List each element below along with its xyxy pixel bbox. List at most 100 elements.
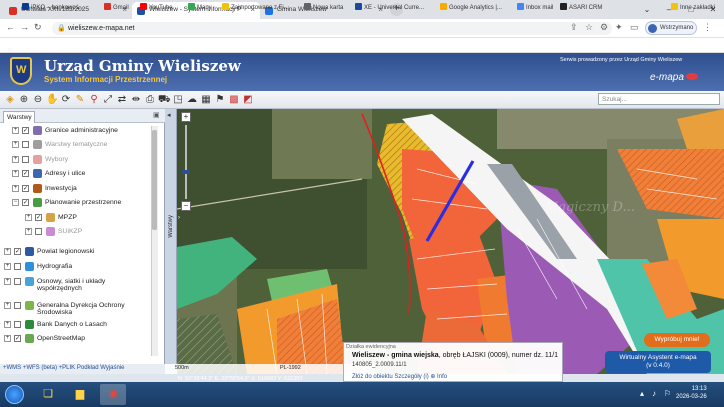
- reload-icon[interactable]: ↻: [34, 22, 42, 33]
- lock-icon[interactable]: 🔒: [57, 24, 66, 32]
- bookmark-youtube[interactable]: YouTube: [140, 3, 173, 11]
- zoom-in-icon[interactable]: ⊕: [18, 93, 30, 106]
- pencil-icon[interactable]: ✎: [74, 93, 86, 106]
- layers-icon[interactable]: ◈: [4, 93, 16, 106]
- zoom-knob[interactable]: [182, 170, 190, 174]
- info-links[interactable]: Złóż do obiektu Szczegóły (i) ⊕ Info: [352, 373, 447, 380]
- layer-checkbox[interactable]: ✓: [22, 127, 29, 134]
- scroll-thumb[interactable]: [152, 130, 157, 230]
- layer-checkbox[interactable]: ✓: [14, 248, 21, 255]
- zoom-out-button[interactable]: −: [181, 201, 191, 211]
- sidebar-label[interactable]: Warstwy: [168, 215, 174, 238]
- explorer-icon[interactable]: ❏: [35, 384, 61, 405]
- bookmark-asari[interactable]: ASARI CRM: [560, 3, 602, 11]
- virtual-assistant-button[interactable]: Wirtualny Asystent e-mapa (v 0.4.0): [605, 351, 711, 373]
- url-text[interactable]: wieliszew.e-mapa.net: [68, 25, 135, 32]
- expand-icon[interactable]: ›: [178, 215, 180, 221]
- share-icon[interactable]: ⇪: [570, 22, 578, 33]
- print-icon[interactable]: ⎙: [144, 93, 156, 106]
- layer-tools-icon[interactable]: ▦: [200, 93, 212, 106]
- ruler-icon[interactable]: ⇹: [130, 93, 142, 106]
- expand-toggle-icon[interactable]: +: [4, 302, 11, 309]
- sidepanel-icon[interactable]: ▭: [630, 22, 639, 33]
- bookmark-others[interactable]: Inne zakładki: [671, 3, 715, 11]
- collapse-toggle-icon[interactable]: −: [12, 199, 19, 206]
- layer-label: Warstwy tematyczne: [45, 141, 108, 148]
- layer-checkbox[interactable]: [14, 321, 21, 328]
- layer-checkbox[interactable]: ✓: [14, 335, 21, 342]
- chevron-down-icon[interactable]: ⌄: [636, 0, 658, 19]
- collapse-icon[interactable]: ◂: [167, 111, 171, 119]
- expand-toggle-icon[interactable]: +: [12, 127, 19, 134]
- zoom-track[interactable]: [185, 125, 187, 199]
- layer-checkbox[interactable]: [14, 302, 21, 309]
- expand-toggle-icon[interactable]: +: [4, 278, 11, 285]
- expand-toggle-icon[interactable]: +: [12, 156, 19, 163]
- map-canvas[interactable]: [177, 109, 724, 374]
- clock[interactable]: 13:13 2026-03-26: [676, 385, 707, 401]
- extension-icon[interactable]: ⚙: [600, 22, 608, 33]
- bookmark-analytics[interactable]: Google Analytics |...: [440, 3, 502, 11]
- layer-icon: [25, 334, 34, 343]
- bookmark-inbox[interactable]: Inbox mail: [517, 3, 553, 11]
- layer-checkbox[interactable]: [22, 141, 29, 148]
- layer-checkbox[interactable]: [35, 228, 42, 235]
- pan-hand-icon[interactable]: ✋: [46, 93, 58, 106]
- back-icon[interactable]: ←: [6, 22, 15, 32]
- layer-label: Bank Danych o Lasach: [37, 321, 107, 328]
- bookmark-xe[interactable]: XE - Universal Curre...: [355, 3, 424, 11]
- layer-checkbox[interactable]: ✓: [22, 170, 29, 177]
- expand-toggle-icon[interactable]: +: [12, 141, 19, 148]
- expand-toggle-icon[interactable]: +: [12, 170, 19, 177]
- puzzle-icon[interactable]: ✦: [615, 22, 623, 33]
- expand-toggle-icon[interactable]: +: [4, 321, 11, 328]
- expand-toggle-icon[interactable]: +: [4, 263, 11, 270]
- omnibox[interactable]: [52, 22, 612, 35]
- folder-icon[interactable]: ▆: [67, 384, 93, 405]
- camera-icon[interactable]: ◳: [172, 93, 184, 106]
- layer-checkbox[interactable]: [14, 263, 21, 270]
- bookmark-mapy[interactable]: Mapy: [188, 3, 212, 11]
- bookmark-new-tab[interactable]: Nowa karta: [304, 3, 343, 11]
- speaker-icon[interactable]: ♪: [652, 389, 656, 398]
- profile-button[interactable]: Wstrzymano: [645, 21, 697, 35]
- expand-toggle-icon[interactable]: +: [25, 214, 32, 221]
- measure-icon[interactable]: ⤢: [102, 93, 114, 106]
- expand-toggle-icon[interactable]: +: [4, 335, 11, 342]
- expand-toggle-icon[interactable]: +: [12, 185, 19, 192]
- panel-close-icon[interactable]: ▣: [153, 111, 160, 119]
- try-me-button[interactable]: Wypróbuj mnie!: [644, 333, 710, 347]
- expand-toggle-icon[interactable]: +: [25, 228, 32, 235]
- watermark: Magiczny D...: [545, 200, 635, 215]
- chrome-icon[interactable]: ◉: [100, 384, 126, 405]
- network-icon[interactable]: ▴: [640, 389, 644, 398]
- cloud-icon[interactable]: ☁: [186, 93, 198, 106]
- bookmark-imported[interactable]: Zaimportowane z Fi...: [222, 3, 289, 11]
- flag-tray-icon[interactable]: ⚐: [664, 389, 671, 398]
- star-icon[interactable]: ☆: [585, 22, 593, 33]
- layer-checkbox[interactable]: [22, 156, 29, 163]
- layer-label-line2: Środowiska: [37, 309, 73, 316]
- layer-checkbox[interactable]: ✓: [35, 214, 42, 221]
- panel-bottom-links[interactable]: +WMS +WFS (beta) +PLIK Podkład Wyjaśnie: [0, 364, 165, 374]
- expand-toggle-icon[interactable]: +: [4, 248, 11, 255]
- zoom-in-button[interactable]: +: [181, 112, 191, 122]
- rotate-icon[interactable]: ⟳: [60, 93, 72, 106]
- search-input[interactable]: Szukaj...: [598, 93, 720, 105]
- pin-icon[interactable]: ⚲: [88, 93, 100, 106]
- bookmark-gmail[interactable]: Gmail: [104, 3, 129, 11]
- bookmark-icon[interactable]: ◩: [242, 93, 254, 106]
- grid-icon[interactable]: ▩: [228, 93, 240, 106]
- layer-checkbox[interactable]: [14, 278, 21, 285]
- car-icon[interactable]: ⛟: [158, 93, 171, 106]
- flag-icon[interactable]: ⚑: [214, 93, 226, 106]
- layer-checkbox[interactable]: ✓: [22, 185, 29, 192]
- layer-checkbox[interactable]: ✓: [22, 199, 29, 206]
- arrows-icon[interactable]: ⇄: [116, 93, 128, 106]
- zoom-out-icon[interactable]: ⊖: [32, 93, 44, 106]
- start-button[interactable]: [5, 385, 24, 404]
- forward-icon[interactable]: →: [20, 22, 29, 32]
- tab-layers[interactable]: Warstwy: [3, 111, 35, 123]
- menu-icon[interactable]: ⋮: [703, 22, 712, 33]
- bookmark-ipko[interactable]: iPKO – bankowoś...: [22, 3, 84, 11]
